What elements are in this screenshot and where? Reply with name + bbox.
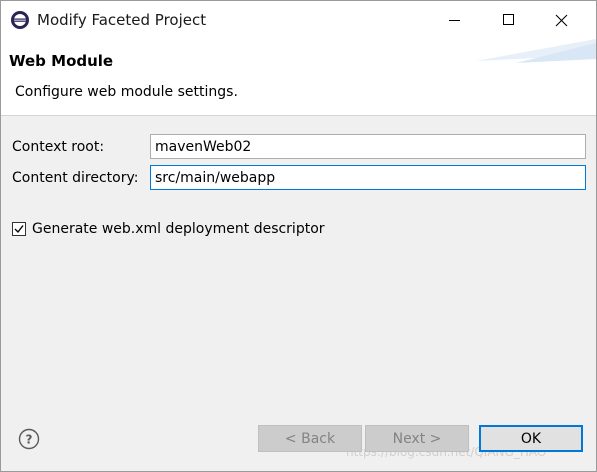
dialog-window: Modify Faceted Project Web Module Config… xyxy=(0,0,597,472)
title-bar[interactable]: Modify Faceted Project xyxy=(1,1,596,39)
maximize-button[interactable] xyxy=(485,1,531,39)
next-button[interactable]: Next > xyxy=(365,425,469,452)
generate-web-xml-checkbox[interactable] xyxy=(12,222,26,236)
minimize-icon xyxy=(449,20,460,21)
help-icon[interactable]: ? xyxy=(18,428,40,450)
minimize-button[interactable] xyxy=(432,1,478,39)
page-description: Configure web module settings. xyxy=(15,84,238,100)
generate-web-xml-label[interactable]: Generate web.xml deployment descriptor xyxy=(32,221,325,237)
back-button[interactable]: < Back xyxy=(258,425,362,452)
banner-decoration xyxy=(476,39,596,63)
ok-button[interactable]: OK xyxy=(479,425,583,452)
checkmark-icon xyxy=(14,225,24,234)
maximize-icon xyxy=(503,14,514,25)
context-root-input[interactable] xyxy=(150,134,586,159)
eclipse-icon xyxy=(11,11,29,29)
content-directory-label: Content directory: xyxy=(12,170,139,186)
wizard-banner: Web Module Configure web module settings… xyxy=(1,39,596,116)
close-button[interactable] xyxy=(538,1,584,39)
svg-text:?: ? xyxy=(26,433,33,447)
content-directory-input[interactable] xyxy=(150,165,586,190)
close-icon xyxy=(555,14,568,27)
window-title: Modify Faceted Project xyxy=(37,11,207,29)
page-title: Web Module xyxy=(9,52,114,70)
context-root-label: Context root: xyxy=(12,139,105,155)
